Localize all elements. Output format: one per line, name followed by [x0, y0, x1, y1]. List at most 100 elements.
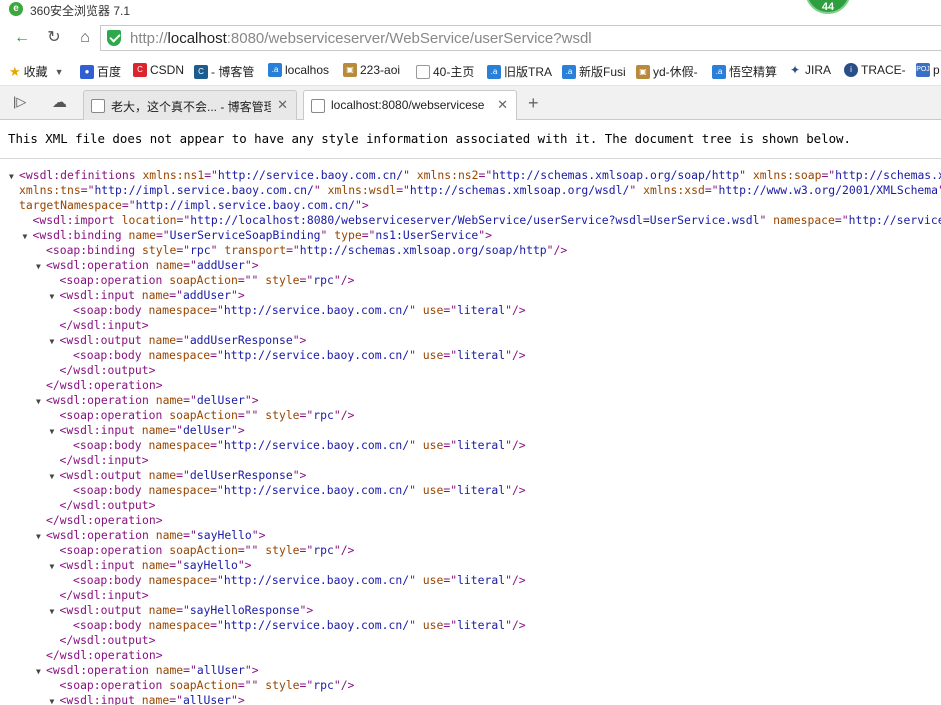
- collapse-triangle-icon[interactable]: ▼: [50, 604, 55, 619]
- url-text[interactable]: http://localhost:8080/webserviceserver/W…: [130, 30, 592, 47]
- xml-attr-value: addUserResponse: [189, 333, 293, 347]
- xml-tag: =": [299, 408, 314, 422]
- xml-attr-name: use: [422, 303, 444, 317]
- back-arrow-icon[interactable]: ←: [10, 27, 34, 49]
- bookmark-item[interactable]: C - 博客管: [194, 63, 254, 80]
- xml-tag: =": [821, 168, 836, 182]
- xml-attr-name: name: [141, 558, 170, 572]
- xml-tag: =": [80, 183, 95, 197]
- bookmark-item[interactable]: POJ p: [916, 63, 940, 77]
- collapse-triangle-icon[interactable]: ▼: [36, 394, 41, 409]
- xml-attr-name: name: [128, 228, 156, 242]
- xml-attr-value: http://impl.service.baoy.com.cn/: [94, 183, 314, 197]
- reload-icon[interactable]: ↻: [42, 27, 66, 49]
- close-icon[interactable]: ✕: [277, 97, 288, 113]
- xml-tag: =": [121, 198, 136, 212]
- cloud-icon[interactable]: ☁: [52, 93, 67, 111]
- tab-blog[interactable]: 老大，这个真不会... - 博客管理 ✕: [83, 90, 297, 120]
- xml-line-text: <wsdl:binding name="UserServiceSoapBindi…: [33, 228, 493, 243]
- xml-attr-value: http://schemas.xmlsoap.org/soap/http: [299, 243, 547, 257]
- url-path: :8080/webserviceserver/WebService/userSe…: [226, 30, 592, 47]
- bookmark-favorites[interactable]: ★ 收藏 ▼: [9, 63, 64, 80]
- xml-attr-name: use: [422, 438, 444, 452]
- bookmark-label: 旧版TRA: [504, 65, 553, 79]
- xml-attr-value: http://service.baoy.com.cn/: [223, 303, 410, 317]
- collapse-triangle-icon[interactable]: ▼: [50, 694, 55, 705]
- bookmark-item[interactable]: C CSDN: [133, 63, 184, 77]
- xml-attr-value: rpc: [313, 678, 334, 692]
- xml-attr-name: location: [121, 213, 177, 227]
- collapse-triangle-icon[interactable]: ▼: [36, 259, 41, 274]
- xml-line: ▼ <wsdl:input name="addUser">: [0, 288, 941, 303]
- bookmark-item[interactable]: ✦ JIRA: [788, 63, 831, 77]
- bookmark-item[interactable]: .a localhos: [268, 63, 329, 77]
- xml-line: ▼ <wsdl:output name="sayHelloResponse">: [0, 603, 941, 618]
- collapse-triangle-icon[interactable]: ▼: [50, 469, 55, 484]
- xml-line: </wsdl:output>: [0, 498, 941, 513]
- xml-tag: </wsdl:input>: [59, 588, 149, 602]
- xml-attr-name: style: [265, 273, 300, 287]
- xml-tag: </wsdl:operation>: [46, 513, 163, 527]
- collapse-triangle-icon[interactable]: ▼: [23, 229, 28, 244]
- xml-tag: =": [183, 663, 197, 677]
- xml-line: <soap:operation soapAction="" style="rpc…: [0, 408, 941, 423]
- bookmark-item[interactable]: ▣ yd-休假-: [636, 63, 698, 80]
- collapse-triangle-icon[interactable]: ▼: [50, 559, 55, 574]
- bookmark-label: 新版Fusi: [579, 65, 626, 79]
- xml-tag: "/>: [333, 273, 355, 287]
- notification-badge[interactable]: 44: [805, 0, 851, 14]
- xml-line-text: <wsdl:operation name="addUser">: [46, 258, 259, 273]
- xml-tag: =": [443, 483, 458, 497]
- collapse-triangle-icon[interactable]: ▼: [36, 529, 41, 544]
- xml-tag: =": [443, 348, 458, 362]
- bookmarks-bar: ★ 收藏 ▼ ● 百度 C CSDN C - 博客管 .a localhos ▣…: [0, 56, 941, 86]
- xml-tag: =": [834, 213, 849, 227]
- xml-attr-value: delUserResponse: [189, 468, 293, 482]
- bookmark-item[interactable]: ● 百度: [80, 63, 121, 80]
- xml-tag: "/>: [505, 483, 526, 497]
- xml-tag: =": [169, 423, 183, 437]
- xml-tag: =": [704, 183, 719, 197]
- sidebar-toggle-icon[interactable]: |▷: [13, 94, 26, 110]
- close-icon[interactable]: ✕: [497, 97, 508, 113]
- xml-tag: ="": [237, 678, 266, 692]
- bookmark-item[interactable]: .a 悟空精算: [712, 63, 777, 80]
- xml-attr-name: name: [141, 693, 170, 705]
- xml-attr-value: rpc: [313, 408, 334, 422]
- bookmark-item[interactable]: ▣ 223-aoi: [343, 63, 400, 77]
- xml-tag: </wsdl:operation>: [46, 648, 163, 662]
- xml-line: </wsdl:output>: [0, 363, 941, 378]
- bookmark-item[interactable]: .a 新版Fusi: [562, 63, 626, 80]
- collapse-triangle-icon[interactable]: ▼: [9, 169, 14, 184]
- xml-attr-name: soapAction: [169, 678, 238, 692]
- xml-line: ▼ <wsdl:operation name="allUser">: [0, 663, 941, 678]
- xml-tag: <soap:operation: [59, 678, 170, 692]
- collapse-triangle-icon[interactable]: ▼: [50, 289, 55, 304]
- bookmark-item[interactable]: i TRACE-: [844, 63, 906, 77]
- xml-attr-value: literal: [457, 303, 506, 317]
- collapse-triangle-icon[interactable]: ▼: [36, 664, 41, 679]
- xml-attr-name: soapAction: [169, 543, 238, 557]
- xml-tag: <wsdl:operation: [46, 393, 156, 407]
- xml-tag: ">: [230, 693, 245, 705]
- xml-line: </wsdl:input>: [0, 318, 941, 333]
- xml-tag: <wsdl:definitions: [19, 168, 143, 182]
- xml-tag: ">: [230, 423, 245, 437]
- home-icon[interactable]: ⌂: [73, 27, 97, 49]
- xml-attr-name: name: [155, 528, 184, 542]
- xml-attr-value: http://service.baoy.com.cn/: [217, 168, 404, 182]
- xml-attr-value: http://service.baoy.com.cn/: [848, 213, 941, 227]
- collapse-triangle-icon[interactable]: ▼: [50, 334, 55, 349]
- tab-localhost[interactable]: localhost:8080/webservicese ✕: [303, 90, 517, 121]
- chevron-down-icon[interactable]: ▼: [55, 67, 64, 77]
- xml-tag: <wsdl:operation: [46, 663, 156, 677]
- baidu-paw-icon: ●: [80, 64, 94, 79]
- poj-icon: POJ: [916, 63, 930, 77]
- collapse-triangle-icon[interactable]: ▼: [50, 424, 55, 439]
- bookmark-label: 223-aoi: [360, 63, 401, 77]
- bookmark-item[interactable]: 40-主页: [416, 63, 474, 80]
- new-tab-plus-icon[interactable]: +: [528, 93, 539, 114]
- bookmark-item[interactable]: .a 旧版TRA: [487, 63, 552, 80]
- xml-tag: </wsdl:output>: [59, 498, 156, 512]
- security-shield-icon[interactable]: [107, 30, 121, 46]
